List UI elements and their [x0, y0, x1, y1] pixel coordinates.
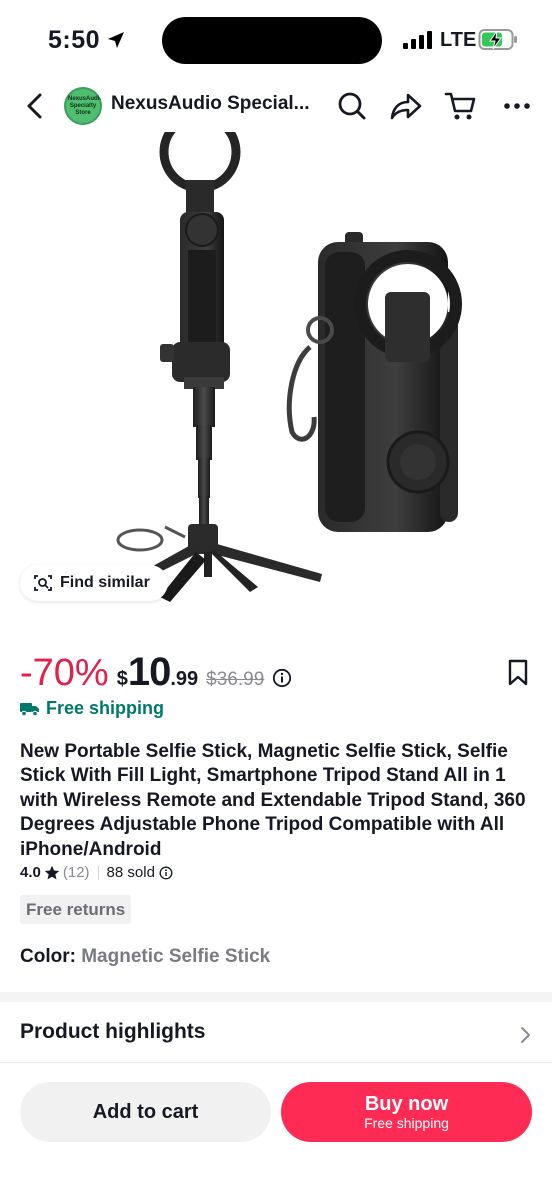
divider	[97, 865, 99, 880]
more-icon[interactable]	[502, 90, 532, 122]
purchase-bar: Add to cart Buy now Free shipping	[0, 1063, 552, 1200]
product-photo	[116, 132, 462, 602]
back-icon[interactable]	[20, 90, 50, 122]
section-divider	[0, 992, 552, 1002]
add-to-cart-button[interactable]: Add to cart	[20, 1082, 271, 1142]
dynamic-island	[162, 17, 382, 64]
product-highlights-label: Product highlights	[20, 1020, 206, 1043]
share-icon[interactable]	[389, 90, 423, 122]
chevron-right-icon	[521, 1027, 530, 1043]
color-label: Color:	[20, 946, 76, 967]
free-shipping-badge[interactable]: Free shipping	[20, 698, 164, 719]
battery-charging-icon	[478, 29, 517, 50]
signal-icon	[403, 31, 432, 49]
image-search-icon	[34, 575, 52, 591]
info-icon	[159, 866, 173, 879]
buy-now-sublabel: Free shipping	[364, 1114, 449, 1131]
store-logo-text: NexusAudio Specialty Store	[68, 95, 102, 116]
rating-value: 4.0	[20, 864, 41, 881]
bookmark-icon[interactable]	[505, 659, 531, 687]
buy-now-button[interactable]: Buy now Free shipping	[281, 1082, 532, 1142]
price-decimal: .99	[170, 668, 199, 690]
color-value: Magnetic Selfie Stick	[81, 946, 271, 967]
store-name[interactable]: NexusAudio Special...	[111, 93, 311, 115]
status-bar: 5:50 LTE	[0, 0, 552, 80]
search-icon[interactable]	[336, 90, 368, 122]
free-shipping-label: Free shipping	[46, 698, 165, 718]
product-highlights-row[interactable]: Product highlights	[0, 1002, 552, 1062]
product-image[interactable]	[0, 132, 552, 610]
sold-label: 88 sold	[106, 864, 155, 881]
price-row: -70% $ 10 .99 $36.99	[20, 650, 292, 698]
color-selector[interactable]: Color: Magnetic Selfie Stick	[20, 946, 270, 968]
status-time: 5:50	[48, 26, 101, 54]
store-logo[interactable]: NexusAudio Specialty Store	[64, 87, 102, 125]
star-icon	[44, 865, 60, 879]
cart-icon[interactable]	[444, 90, 478, 122]
price-currency: $	[116, 668, 128, 690]
price-integer: 10	[127, 650, 171, 694]
buy-now-label: Buy now	[364, 1092, 449, 1115]
location-arrow-icon	[108, 32, 124, 48]
rating-row[interactable]: 4.0 (12) 88 sold	[20, 864, 173, 881]
find-similar-label: Find similar	[60, 574, 150, 591]
free-returns-badge: Free returns	[20, 895, 132, 924]
review-count: (12)	[62, 864, 90, 881]
network-label: LTE	[440, 29, 477, 51]
product-title: New Portable Selfie Stick, Magnetic Self…	[20, 741, 526, 860]
original-price: $36.99	[206, 669, 265, 690]
price-info-icon[interactable]	[272, 668, 292, 688]
discount-badge: -70%	[20, 652, 109, 694]
product-header: NexusAudio Specialty Store NexusAudio Sp…	[0, 80, 552, 132]
find-similar-button[interactable]: Find similar	[20, 565, 168, 601]
sold-count[interactable]: 88 sold	[107, 864, 173, 881]
truck-icon	[20, 702, 39, 716]
